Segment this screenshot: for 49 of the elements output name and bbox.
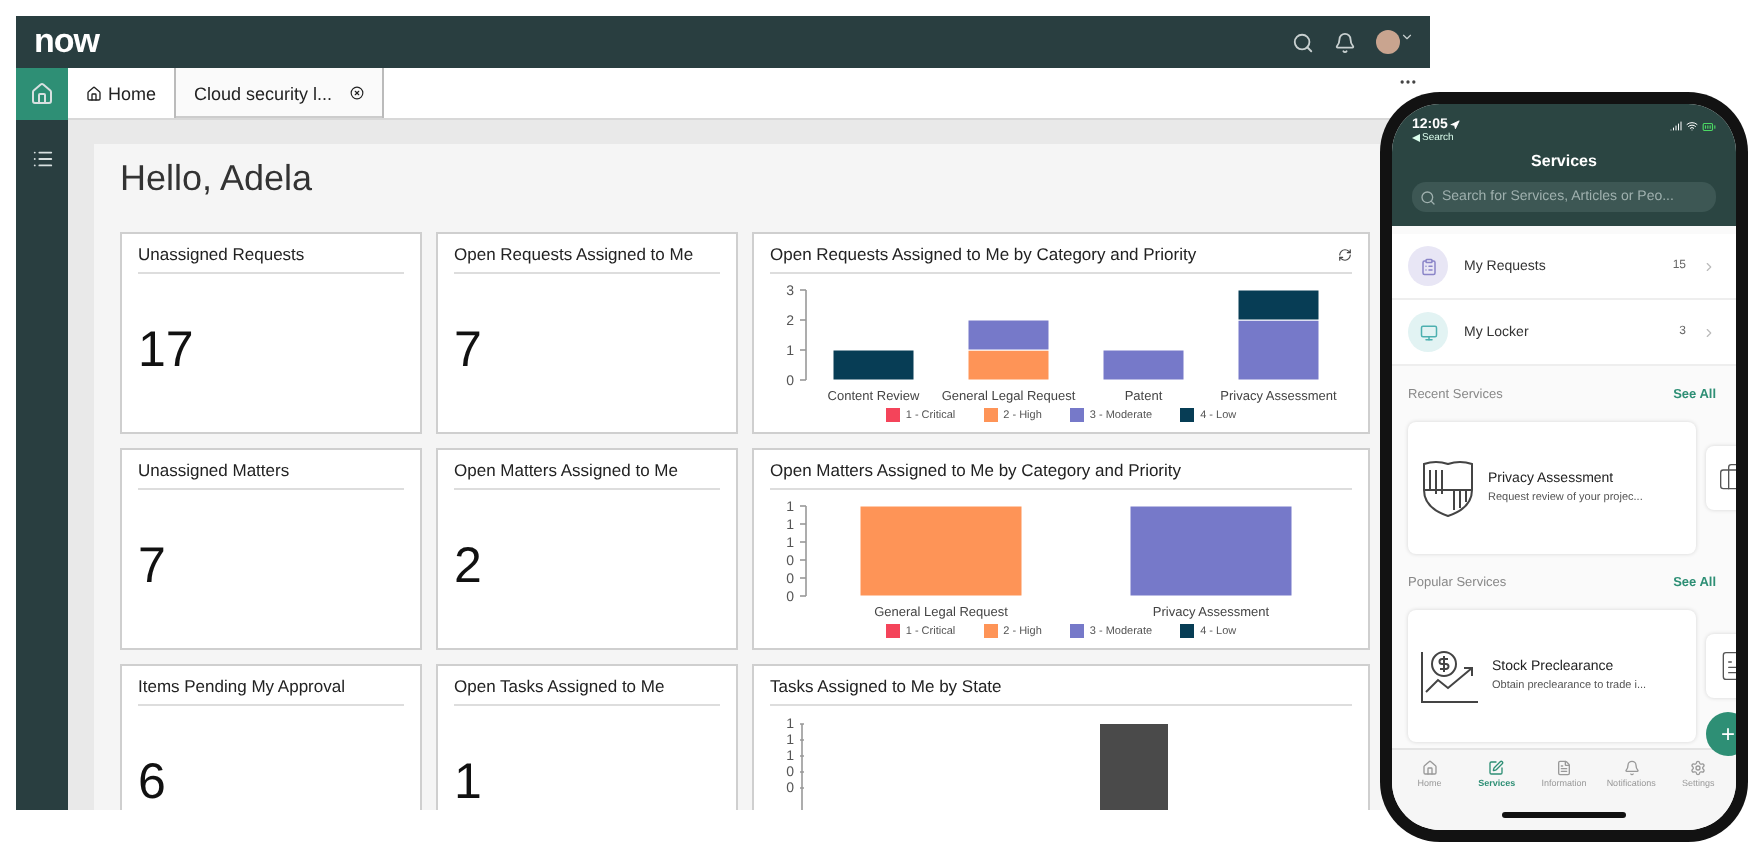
logo: now — [34, 22, 102, 62]
chart-bar — [1102, 349, 1185, 381]
back-triangle-icon[interactable] — [1412, 134, 1420, 142]
edit-icon — [1488, 760, 1505, 776]
home-indicator — [1502, 811, 1626, 817]
battery-icon — [1702, 120, 1716, 134]
gear-icon — [1690, 760, 1707, 776]
card-title: Open Matters Assigned to Me — [454, 460, 680, 480]
card-title: Unassigned Requests — [138, 244, 307, 264]
chart-bar — [832, 349, 915, 381]
home-icon — [30, 82, 54, 106]
card-title: Items Pending My Approval — [138, 676, 347, 696]
chart-bar — [967, 349, 1050, 381]
stat-value: 2 — [454, 538, 484, 596]
stat-value: 7 — [454, 322, 484, 380]
caret-icon[interactable] — [1400, 30, 1414, 44]
screen-title: Services — [1529, 152, 1599, 170]
card-title: Open Matters Assigned to Me by Category and Priority — [770, 460, 1184, 480]
chart-bar — [967, 319, 1050, 351]
chevron-icon — [1702, 325, 1716, 339]
home-icon — [1421, 760, 1438, 776]
signal-icon — [1670, 120, 1682, 132]
tab[interactable]: Cloud security l... — [176, 68, 385, 118]
card-title: Unassigned Matters — [138, 460, 292, 480]
location-arrow-icon — [1449, 120, 1460, 130]
y-axis — [799, 505, 807, 597]
stat-value: 7 — [138, 538, 168, 596]
search-icon[interactable] — [1292, 31, 1314, 53]
stat-value: 6 — [138, 754, 168, 810]
card-title: Open Requests Assigned to Me — [454, 244, 696, 264]
y-axis — [799, 289, 807, 381]
greeting: Hello, Adela — [120, 160, 315, 198]
card-title: Tasks Assigned to Me by State — [770, 676, 1004, 696]
chevron-icon — [1702, 259, 1716, 273]
close-icon[interactable] — [350, 86, 365, 100]
home-icon — [86, 85, 102, 101]
wifi-icon — [1686, 120, 1698, 132]
shield-icon — [1420, 458, 1476, 518]
dollar-chart-icon — [1420, 648, 1480, 704]
refresh-icon[interactable] — [1338, 247, 1352, 261]
bell-icon[interactable] — [1334, 31, 1356, 53]
bell-icon — [1623, 760, 1640, 776]
card-title: Open Requests Assigned to Me by Category and Priority — [770, 244, 1199, 264]
card-title: Open Tasks Assigned to Me — [454, 676, 667, 696]
avatar[interactable] — [1376, 30, 1400, 54]
search-icon — [1420, 189, 1436, 205]
document-icon — [1555, 760, 1572, 776]
stat-value: 17 — [138, 322, 196, 380]
stat-value: 1 — [454, 754, 484, 810]
